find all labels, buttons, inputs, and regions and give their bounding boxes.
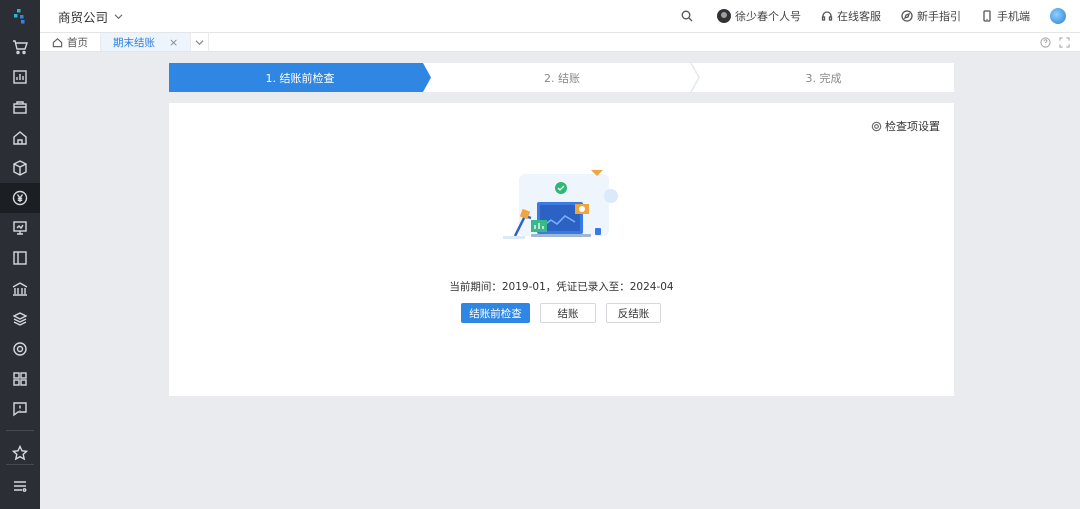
user-name: 徐少春个人号	[735, 10, 801, 23]
help-icon[interactable]	[1040, 36, 1051, 48]
guide-label: 新手指引	[917, 10, 961, 23]
step-precheck-label: 1. 结账前检查	[265, 71, 335, 85]
top-header: 商贸公司 徐少春个人号 在线客服 新手指引 手机端	[40, 0, 1080, 33]
globe-icon[interactable]	[1050, 8, 1066, 24]
mobile-link[interactable]: 手机端	[981, 8, 1030, 24]
home-tab-icon	[52, 37, 63, 47]
gear-icon	[13, 342, 27, 356]
bag-icon	[13, 101, 27, 115]
period-info: 当前期间：2019-01，凭证已录入至：2024-04	[449, 281, 674, 293]
step-precheck: 1. 结账前检查	[169, 63, 431, 92]
sidebar-item-purchase[interactable]	[0, 92, 40, 122]
step-done-label: 3. 完成	[805, 71, 842, 85]
chart-icon	[13, 70, 27, 84]
sidebar-divider-bottom	[6, 463, 34, 465]
company-selector[interactable]: 商贸公司	[58, 7, 123, 26]
laptop-illustration	[503, 170, 618, 239]
search-icon	[681, 10, 693, 22]
search-button[interactable]	[681, 10, 693, 22]
guide-link[interactable]: 新手指引	[901, 8, 961, 24]
check-settings-link[interactable]: 检查项设置	[871, 118, 940, 134]
mobile-label: 手机端	[997, 10, 1030, 23]
home-icon	[13, 130, 27, 145]
sidebar-item-layers[interactable]	[0, 304, 40, 334]
logo-icon	[14, 9, 25, 24]
bank-icon	[12, 281, 28, 296]
step-close-label: 2. 结账	[544, 71, 580, 85]
company-name: 商贸公司	[58, 9, 109, 25]
close-icon[interactable]: ×	[169, 36, 178, 49]
check-settings-label: 检查项设置	[885, 120, 940, 133]
fullscreen-icon[interactable]	[1059, 36, 1070, 48]
sidebar-item-bank[interactable]	[0, 274, 40, 304]
tab-period-close-label: 期末结账	[113, 36, 155, 49]
yen-icon	[12, 190, 28, 206]
app-logo[interactable]	[0, 0, 40, 32]
step-close: 2. 结账	[431, 63, 693, 92]
sidebar-item-warehouse[interactable]	[0, 123, 40, 153]
sidebar-item-finance[interactable]	[0, 182, 40, 214]
cart-icon	[13, 40, 28, 55]
avatar	[717, 9, 731, 23]
chevron-down-icon	[114, 13, 123, 19]
compass-icon	[901, 10, 913, 22]
sidebar-divider	[6, 430, 34, 432]
feedback-icon	[13, 402, 27, 417]
online-service-link[interactable]: 在线客服	[821, 8, 881, 24]
presentation-icon	[13, 221, 27, 235]
tab-home-label: 首页	[67, 36, 88, 49]
step-divider	[690, 63, 700, 92]
step-progress: 1. 结账前检查 2. 结账 3. 完成	[169, 63, 954, 92]
chevron-down-icon	[195, 39, 204, 45]
sidebar-item-ticket[interactable]	[0, 243, 40, 273]
tab-home[interactable]: 首页	[40, 33, 101, 51]
sidebar-item-feedback[interactable]	[0, 394, 40, 424]
ticket-icon	[13, 251, 27, 266]
sidebar-item-apps[interactable]	[0, 364, 40, 394]
menu-icon	[14, 481, 27, 492]
step-done: 3. 完成	[693, 63, 954, 92]
gear-icon	[871, 121, 882, 131]
user-menu[interactable]: 徐少春个人号	[717, 8, 801, 24]
main-card: 检查项设置 当前期间：2019-01，凭证已录入至：2024-04 结账前检查 …	[169, 103, 954, 396]
apps-icon	[13, 372, 27, 386]
sidebar-item-settings[interactable]	[0, 334, 40, 364]
phone-icon	[983, 10, 991, 22]
cube-icon	[13, 160, 27, 176]
sidebar-item-sales[interactable]	[0, 32, 40, 62]
close-period-button[interactable]: 结账	[540, 303, 596, 323]
tab-more-button[interactable]	[191, 33, 210, 51]
online-service-label: 在线客服	[837, 10, 881, 23]
sidebar-item-presentation[interactable]	[0, 213, 40, 243]
headset-icon	[821, 11, 833, 21]
sidebar-item-reports[interactable]	[0, 62, 40, 92]
tab-period-close[interactable]: 期末结账 ×	[101, 33, 192, 51]
sidebar-item-inventory[interactable]	[0, 153, 40, 183]
action-buttons: 结账前检查 结账 反结账	[461, 303, 661, 323]
tab-bar: 首页 期末结账 ×	[40, 33, 1080, 52]
sidebar	[0, 0, 40, 509]
reverse-close-button[interactable]: 反结账	[606, 303, 661, 323]
sidebar-item-menu[interactable]	[0, 471, 40, 501]
precheck-button[interactable]: 结账前检查	[461, 303, 530, 323]
layers-icon	[12, 311, 28, 326]
